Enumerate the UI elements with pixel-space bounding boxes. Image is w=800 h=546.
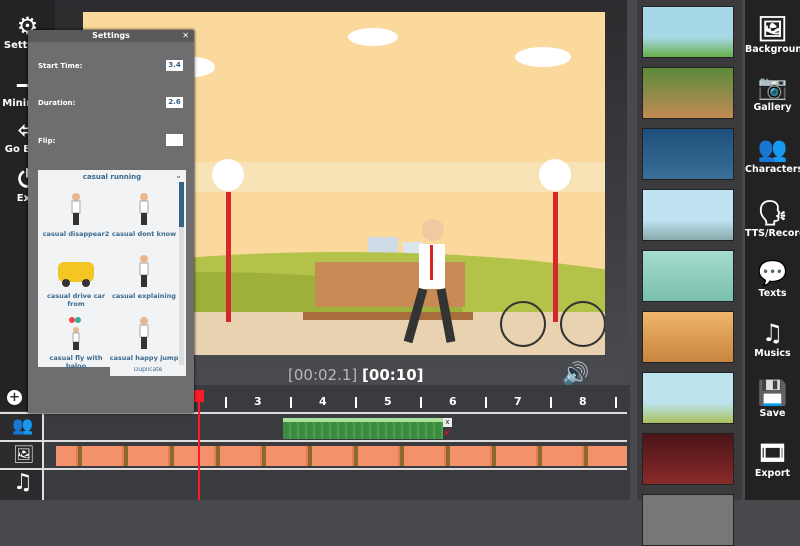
ruler-tick	[549, 397, 552, 408]
label: Texts	[758, 288, 787, 299]
label: Musics	[754, 348, 791, 359]
background-thumb[interactable]	[642, 67, 734, 119]
ruler-tick	[484, 397, 487, 408]
divider	[0, 468, 627, 470]
playhead[interactable]	[193, 390, 204, 500]
characters-icon: 👥	[757, 135, 788, 163]
save-icon: 💾	[757, 379, 788, 407]
image-track-icon: 🖼	[13, 445, 35, 465]
settings-dialog: Settings ✕ Start Time: 3.4 Duration: 2.6 …	[28, 30, 194, 413]
dialog-title: Settings	[92, 31, 130, 40]
ruler-label: 3	[254, 395, 262, 408]
gallery-button[interactable]: 📷 Gallery	[745, 72, 800, 113]
texts-button[interactable]: 💬 Texts	[745, 258, 800, 299]
divider	[0, 440, 627, 442]
playhead-handle[interactable]	[193, 390, 204, 402]
animation-list: casual running ⌄ casual disappear2 casua…	[38, 170, 186, 370]
ruler-label: 7	[514, 395, 522, 408]
music-icon: ♫	[761, 319, 784, 347]
ruler-tick	[289, 397, 292, 408]
right-sidebar: 🖼Backgrounds 📷Gallery 👥Characters 🗣TTS/R…	[745, 0, 800, 500]
label: Backgrounds	[745, 44, 800, 55]
label: Characters	[745, 164, 800, 175]
label: Save	[759, 408, 786, 419]
flip-checkbox[interactable]	[166, 134, 183, 146]
background-thumb[interactable]	[642, 494, 734, 546]
animation-item[interactable]: casual happy jump	[108, 316, 180, 362]
character-clip[interactable]	[283, 418, 443, 439]
ruler-label: 4	[319, 395, 327, 408]
label: casual fly with baloo	[49, 354, 103, 370]
export-icon: 🎞	[757, 439, 788, 467]
background-thumb[interactable]	[642, 372, 734, 424]
animation-item[interactable]: casual drive car from	[40, 254, 112, 308]
label: casual dont know	[111, 230, 177, 238]
label: casual disappear2	[42, 230, 110, 238]
ruler-tick	[614, 397, 617, 408]
tts-icon: 🗣	[757, 199, 788, 227]
ruler-label: 8	[579, 395, 587, 408]
animation-item[interactable]: casual dont know	[108, 192, 180, 238]
animation-item[interactable]: casual disappear2	[40, 192, 112, 238]
label: Export	[754, 468, 791, 479]
remove-clip-button[interactable]: x	[443, 418, 452, 427]
add-icon[interactable]: +	[7, 390, 22, 405]
settings-header: Settings ✕	[28, 30, 194, 42]
label: Gallery	[753, 102, 792, 113]
image-icon: 🖼	[757, 15, 788, 43]
save-button[interactable]: 💾 Save	[745, 378, 800, 419]
track-icons: 👥 🖼 ♫	[0, 412, 44, 500]
ruler-tick	[224, 397, 227, 408]
characters-track-icon: 👥	[12, 416, 34, 436]
export-button[interactable]: 🎞 Export	[745, 438, 800, 479]
label: TTS/Record	[745, 228, 800, 239]
label: casual happy jump	[109, 354, 179, 362]
backgrounds-button[interactable]: 🖼Backgrounds	[745, 14, 800, 55]
label: casual explaining	[112, 292, 176, 300]
animation-item[interactable]: casual fly with baloo	[40, 316, 112, 370]
background-thumb[interactable]	[642, 311, 734, 363]
animation-item[interactable]: casual explaining	[108, 254, 180, 300]
ruler-label: 5	[384, 395, 392, 408]
background-thumb[interactable]	[642, 189, 734, 241]
time-display: [00:02.1] [00:10]	[288, 366, 424, 384]
playhead-line	[197, 402, 200, 500]
duplicate-option[interactable]: Duplicate	[110, 367, 186, 376]
resize-handle-icon[interactable]: ✕	[443, 430, 452, 439]
current-time: [00:02.1]	[288, 366, 358, 384]
animation-select[interactable]: casual running	[38, 170, 186, 181]
start-time-input[interactable]: 3.4	[166, 60, 183, 71]
music-track-icon: ♫	[13, 470, 33, 495]
background-thumbnails	[637, 0, 742, 546]
ruler-label: 6	[449, 395, 457, 408]
background-thumb[interactable]	[642, 128, 734, 180]
background-thumb[interactable]	[642, 250, 734, 302]
background-clip[interactable]	[56, 446, 627, 466]
camera-icon: 📷	[757, 73, 788, 101]
characters-button[interactable]: 👥 Characters	[745, 134, 800, 175]
ruler-tick	[354, 397, 357, 408]
close-icon[interactable]: ✕	[182, 30, 189, 42]
duration-input[interactable]: 2.6	[166, 97, 183, 108]
background-thumb[interactable]	[642, 433, 734, 485]
duration-label: Duration:	[38, 99, 76, 107]
start-time-label: Start Time:	[38, 62, 83, 70]
total-time: [00:10]	[362, 366, 424, 384]
volume-icon[interactable]: 🔊	[562, 362, 589, 387]
ruler-tick	[419, 397, 422, 408]
flip-label: Flip:	[38, 137, 56, 145]
tts-record-button[interactable]: 🗣 TTS/Record	[745, 198, 800, 239]
speech-bubble-icon: 💬	[757, 259, 788, 287]
musics-button[interactable]: ♫ Musics	[745, 318, 800, 359]
chevron-down-icon[interactable]: ⌄	[175, 171, 182, 180]
background-thumb[interactable]	[642, 6, 734, 58]
label: casual drive car from	[46, 292, 106, 308]
